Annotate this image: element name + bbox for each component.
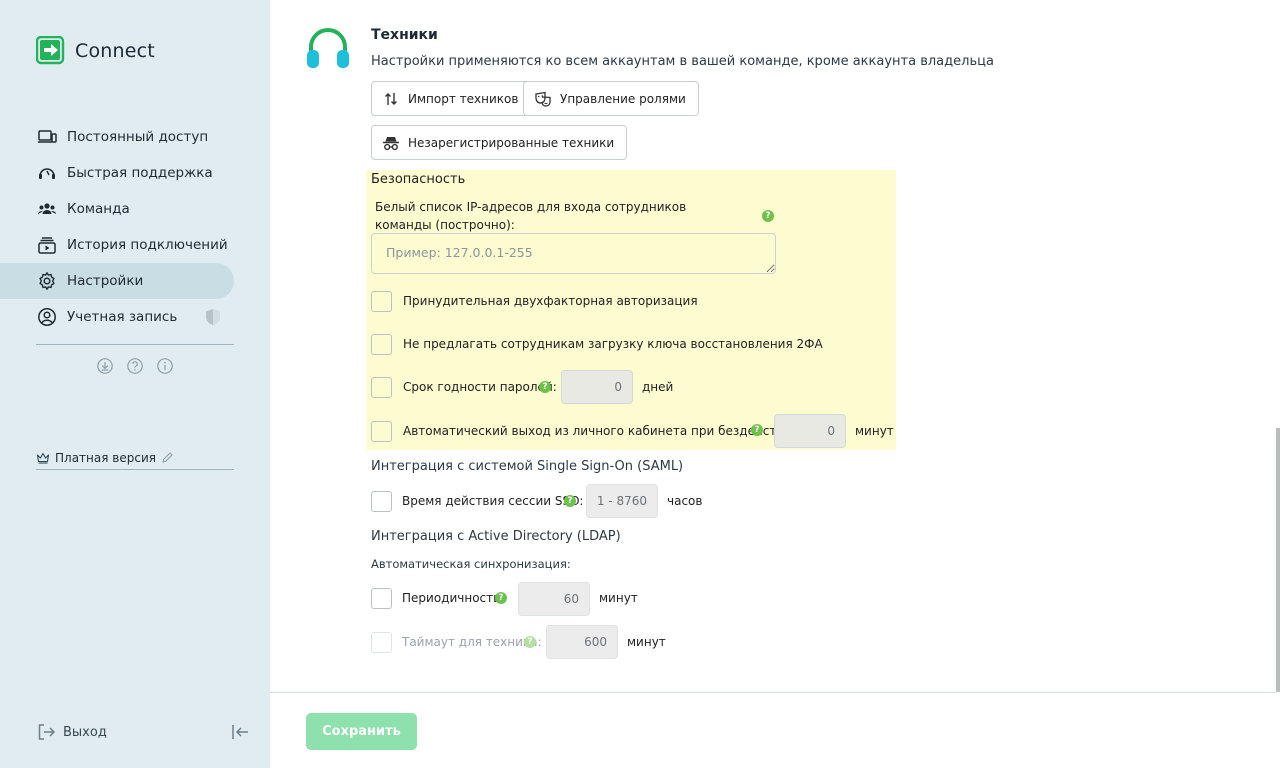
password-expiry-input[interactable]: [561, 370, 633, 404]
ldap-timeout-input[interactable]: [546, 625, 618, 659]
sidebar-item-team[interactable]: Команда: [0, 191, 270, 227]
collapse-sidebar-icon[interactable]: [230, 722, 250, 742]
logout-button[interactable]: Выход: [36, 722, 107, 742]
info-icon[interactable]: [156, 357, 174, 375]
sidebar-item-label: История подключений: [67, 237, 228, 253]
sidebar-item-quick-support[interactable]: Быстрая поддержка: [0, 155, 270, 191]
sidebar-item-history[interactable]: История подключений: [0, 227, 270, 263]
app-name: Connect: [75, 40, 155, 62]
sso-session-unit: часов: [667, 494, 703, 508]
sidebar-item-label: Настройки: [67, 273, 144, 289]
sidebar-item-permanent-access[interactable]: Постоянный доступ: [0, 119, 270, 155]
import-technicians-button[interactable]: Импорт техников: [371, 81, 532, 116]
sidebar-utility-icons: [96, 357, 174, 375]
ldap-timeout-unit: минут: [627, 635, 666, 649]
ldap-period-checkbox[interactable]: [371, 588, 392, 609]
ip-whitelist-label: Белый список IP-адресов для входа сотруд…: [375, 200, 687, 232]
incognito-icon: [382, 134, 400, 152]
plan-indicator[interactable]: Платная версия: [36, 446, 234, 470]
auto-logout-input[interactable]: [774, 414, 846, 448]
unregistered-technicians-label: Незарегистрированные техники: [408, 135, 615, 150]
logout-icon: [36, 722, 56, 742]
connect-logo-icon: [35, 35, 66, 66]
plan-label: Платная версия: [55, 450, 156, 465]
recovery-key-checkbox[interactable]: [371, 334, 392, 355]
history-icon: [36, 234, 58, 256]
headset-icon: [306, 26, 350, 70]
help-icon[interactable]: ?: [539, 381, 551, 393]
password-expiry-unit: дней: [642, 380, 674, 394]
security-title: Безопасность: [371, 172, 466, 187]
ldap-title: Интеграция с Active Directory (LDAP): [371, 529, 621, 544]
help-icon[interactable]: [126, 357, 144, 375]
sidebar-item-account[interactable]: Учетная запись: [0, 299, 270, 335]
saml-title: Интеграция с системой Single Sign-On (SA…: [371, 459, 684, 474]
save-button[interactable]: Сохранить: [306, 713, 417, 750]
ldap-timeout-checkbox[interactable]: [371, 632, 392, 653]
gear-icon: [36, 270, 58, 292]
ldap-period-label: Периодичность:: [402, 591, 505, 605]
sidebar-item-label: Учетная запись: [67, 309, 178, 325]
theater-masks-icon: [534, 90, 552, 108]
section-description: Настройки применяются ко всем аккаунтам …: [371, 54, 994, 69]
scrollbar[interactable]: [1276, 428, 1280, 692]
crown-icon: [36, 451, 50, 465]
sidebar-nav: Постоянный доступ Быстрая поддержка Кома…: [0, 119, 270, 335]
import-technicians-label: Импорт техников: [408, 91, 519, 106]
settings-main: Техники Настройки применяются ко всем ак…: [270, 0, 1280, 692]
twofa-label: Принудительная двухфакторная авторизация: [403, 294, 698, 308]
help-icon[interactable]: ?: [564, 495, 576, 507]
sidebar-item-label: Постоянный доступ: [67, 129, 209, 145]
password-expiry-label: Срок годности паролей:: [403, 380, 557, 394]
twofa-checkbox[interactable]: [371, 291, 392, 312]
sidebar-divider: [36, 344, 234, 345]
password-expiry-checkbox[interactable]: [371, 377, 392, 398]
ldap-timeout-label: Таймаут для техника:: [402, 635, 542, 649]
sidebar-item-settings[interactable]: Настройки: [0, 263, 234, 299]
help-icon[interactable]: ?: [762, 210, 774, 222]
auto-logout-checkbox[interactable]: [371, 421, 392, 442]
manage-roles-label: Управление ролями: [560, 91, 686, 106]
pencil-icon[interactable]: [161, 451, 174, 464]
sidebar-item-label: Быстрая поддержка: [67, 165, 213, 181]
sso-session-label: Время действия сессии SSO:: [402, 494, 584, 508]
auto-logout-label: Автоматический выход из личного кабинета…: [403, 424, 804, 438]
shield-icon: [204, 308, 222, 326]
team-icon: [36, 198, 58, 220]
recovery-key-label: Не предлагать сотрудникам загрузку ключа…: [403, 337, 823, 351]
devices-icon: [36, 126, 58, 148]
logout-label: Выход: [63, 724, 107, 740]
sidebar: Connect Постоянный доступ Быстрая поддер…: [0, 0, 270, 768]
auto-sync-label: Автоматическая синхронизация:: [371, 557, 571, 571]
support-icon: [36, 162, 58, 184]
auto-logout-unit: минут: [855, 424, 894, 438]
help-icon[interactable]: ?: [495, 592, 507, 604]
section-title: Техники: [371, 27, 438, 43]
import-arrows-icon: [382, 90, 400, 108]
sso-session-input[interactable]: [586, 484, 658, 518]
help-icon[interactable]: ?: [524, 636, 536, 648]
sidebar-item-label: Команда: [67, 201, 130, 217]
help-icon[interactable]: ?: [751, 424, 763, 436]
download-icon[interactable]: [96, 357, 114, 375]
user-icon: [36, 306, 58, 328]
logo[interactable]: Connect: [35, 35, 155, 66]
sso-session-checkbox[interactable]: [371, 491, 392, 512]
ldap-period-unit: минут: [599, 591, 638, 605]
ip-whitelist-textarea[interactable]: [371, 233, 776, 274]
unregistered-technicians-button[interactable]: Незарегистрированные техники: [371, 125, 628, 160]
security-section: Безопасность Белый список IP-адресов для…: [366, 170, 896, 450]
manage-roles-button[interactable]: Управление ролями: [523, 81, 699, 116]
footer-divider: [270, 692, 1276, 693]
ldap-period-input[interactable]: [518, 582, 590, 616]
